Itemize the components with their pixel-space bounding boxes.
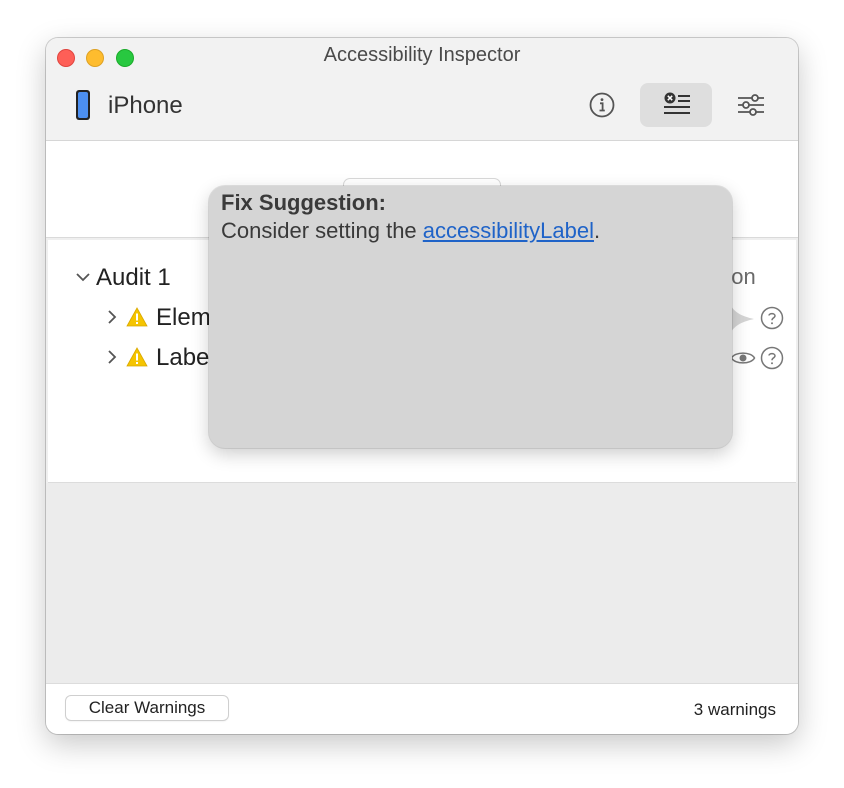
popover-title: Fix Suggestion: [221,190,386,215]
chevron-down-icon[interactable] [74,268,92,286]
help-icon[interactable] [760,306,784,330]
accessibility-label-link[interactable]: accessibilityLabel [423,218,594,243]
status-bar: Clear Warnings 3 warnings [46,683,798,734]
list-item-label: Elem [156,304,211,331]
audit-button[interactable] [640,83,712,127]
audit-group-label: Audit 1 [96,264,171,291]
details-area [46,483,798,683]
window-title: Accessibility Inspector [323,44,521,66]
popover-arrow [729,302,754,336]
chevron-right-icon[interactable] [104,348,120,366]
inspection-button[interactable] [566,83,638,127]
chevron-right-icon[interactable] [104,308,120,326]
fix-suggestion-popover: Fix Suggestion: Consider setting the acc… [209,186,732,448]
popover-text-suffix: . [593,218,601,243]
popover-text-prefix: Consider setting the [221,218,423,243]
warning-icon [126,347,148,367]
eye-icon[interactable] [730,348,756,368]
list-item-label: Labe [156,344,210,371]
target-device-selector[interactable]: iPhone [108,92,183,120]
popover-text: Consider setting the accessibilityLabel. [221,218,600,244]
warning-icon [126,307,148,327]
sliders-icon [738,94,764,116]
audit-list-icon [664,92,690,114]
info-circle-icon [589,92,615,118]
clear-warnings-button[interactable]: Clear Warnings [66,696,228,720]
title-bar: Accessibility Inspector iPhone [46,38,798,141]
iphone-icon [76,90,90,120]
warning-count: 3 warnings [693,700,776,719]
settings-button[interactable] [714,83,786,127]
help-icon[interactable] [760,346,784,370]
